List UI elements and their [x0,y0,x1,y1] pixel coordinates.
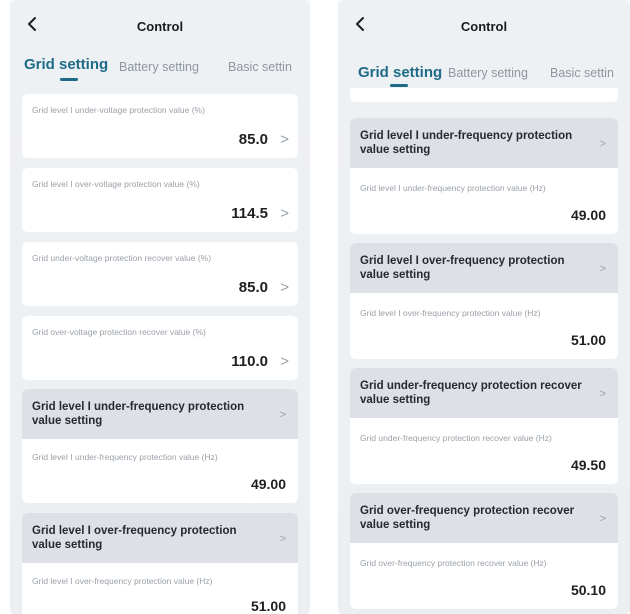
tab-battery-setting[interactable]: Battery setting [448,66,528,80]
chevron-right-icon[interactable]: > [280,131,289,148]
frequency-value: 49.00 [570,207,606,223]
frequency-label: Grid over-frequency protection recover v… [360,558,547,568]
chevron-right-icon[interactable]: > [600,138,606,150]
active-tab-underline [390,84,408,87]
setting-value: 110.0 [231,353,268,370]
setting-card[interactable]: Grid level I under-voltage protection va… [22,94,298,158]
frequency-setting-card: Grid level I under-frequency protection … [22,389,298,503]
chevron-right-icon[interactable]: > [280,353,289,370]
setting-label: Grid under-voltage protection recover va… [32,253,212,263]
frequency-card-header[interactable]: Grid under-frequency protection recover … [350,368,618,418]
tab-battery-setting[interactable]: Battery setting [119,60,199,74]
frequency-value: 49.00 [250,476,286,492]
frequency-card-header[interactable]: Grid level I over-frequency protection v… [22,513,298,563]
chevron-right-icon[interactable]: > [280,279,289,296]
frequency-label: Grid level I over-frequency protection v… [360,308,541,318]
right-phone-screen: Control Grid setting Battery setting Bas… [338,0,630,614]
tab-bar: Grid setting Battery setting Basic setti… [338,58,630,88]
frequency-card-title: Grid level I under-frequency protection … [360,130,573,156]
tab-bar: Grid setting Battery setting Basic setti… [10,56,310,88]
tab-grid-setting[interactable]: Grid setting [24,56,108,73]
left-phone-screen: Control Grid setting Battery setting Bas… [10,0,310,614]
frequency-label: Grid level I under-frequency protection … [360,183,546,193]
frequency-setting-card: Grid over-frequency protection recover v… [350,493,618,609]
setting-label: Grid level I under-voltage protection va… [32,105,205,115]
comparison-screenshots: Control Grid setting Battery setting Bas… [0,0,630,614]
frequency-card-header[interactable]: Grid level I over-frequency protection v… [350,243,618,293]
frequency-value: 51.00 [570,332,606,348]
nav-header: Control [10,0,310,48]
frequency-setting-card: Grid level I over-frequency protection v… [22,513,298,614]
page-title: Control [460,19,508,34]
setting-card[interactable]: Grid level I over-voltage protection val… [22,168,298,232]
frequency-card-title: Grid level I over-frequency protection v… [360,255,565,281]
setting-label: Grid over-voltage protection recover val… [32,327,206,337]
active-tab-underline [60,78,78,81]
chevron-right-icon[interactable]: > [600,388,606,400]
frequency-setting-card: Grid level I under-frequency protection … [350,118,618,234]
frequency-card-header[interactable]: Grid level I under-frequency protection … [22,389,298,439]
setting-value: 114.5 [231,205,268,222]
frequency-card-title: Grid level I under-frequency protection … [32,401,245,427]
setting-card[interactable]: Grid under-voltage protection recover va… [22,242,298,306]
frequency-setting-card: Grid under-frequency protection recover … [350,368,618,484]
setting-label: Grid level I over-voltage protection val… [32,179,200,189]
tab-basic-setting[interactable]: Basic settin [550,66,614,80]
frequency-label: Grid level I under-frequency protection … [32,452,218,462]
scrolled-card-edge [350,88,618,102]
frequency-card-title: Grid over-frequency protection recover v… [360,505,575,531]
chevron-right-icon[interactable]: > [280,409,286,421]
frequency-setting-card: Grid level I over-frequency protection v… [350,243,618,359]
frequency-value: 50.10 [570,582,606,598]
chevron-right-icon[interactable]: > [600,263,606,275]
frequency-card-header[interactable]: Grid level I under-frequency protection … [350,118,618,168]
frequency-value: 49.50 [570,457,606,473]
setting-card[interactable]: Grid over-voltage protection recover val… [22,316,298,380]
frequency-label: Grid level I over-frequency protection v… [32,576,213,586]
frequency-label: Grid under-frequency protection recover … [360,433,552,443]
frequency-card-title: Grid level I over-frequency protection v… [32,525,237,551]
frequency-card-header[interactable]: Grid over-frequency protection recover v… [350,493,618,543]
chevron-right-icon[interactable]: > [280,533,286,545]
frequency-value: 51.00 [250,598,286,614]
tab-basic-setting[interactable]: Basic settin [228,60,292,74]
tab-grid-setting[interactable]: Grid setting [358,64,442,81]
frequency-card-title: Grid under-frequency protection recover … [360,380,582,406]
chevron-right-icon[interactable]: > [280,205,289,222]
setting-value: 85.0 [238,279,268,296]
setting-value: 85.0 [238,131,268,148]
chevron-right-icon[interactable]: > [600,513,606,525]
nav-header: Control [338,0,630,48]
page-title: Control [136,19,184,34]
